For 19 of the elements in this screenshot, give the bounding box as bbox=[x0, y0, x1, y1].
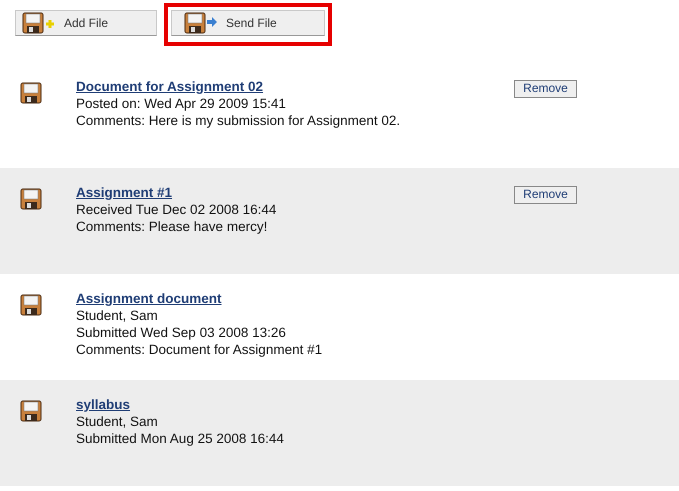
file-detail: Received Tue Dec 02 2008 16:44 bbox=[76, 201, 278, 218]
remove-button[interactable]: Remove bbox=[514, 186, 577, 204]
disk-plus-icon bbox=[22, 12, 56, 34]
file-link[interactable]: Assignment #1 bbox=[76, 184, 172, 201]
file-detail: Posted on: Wed Apr 29 2009 15:41 bbox=[76, 95, 287, 112]
send-file-button[interactable]: Send File bbox=[171, 10, 325, 36]
file-link[interactable]: Assignment document bbox=[76, 290, 222, 307]
file-link[interactable]: Document for Assignment 02 bbox=[76, 78, 264, 95]
file-detail: Comments: Please have mercy! bbox=[76, 218, 268, 235]
add-file-button[interactable]: Add File bbox=[15, 10, 157, 36]
file-link[interactable]: syllabus bbox=[76, 396, 130, 413]
remove-button[interactable]: Remove bbox=[514, 80, 577, 98]
file-detail: Student, Sam bbox=[76, 307, 159, 324]
file-detail: Submitted Mon Aug 25 2008 16:44 bbox=[76, 430, 285, 447]
file-detail: Student, Sam bbox=[76, 413, 159, 430]
disk-arrow-icon bbox=[184, 12, 218, 34]
file-detail: Submitted Wed Sep 03 2008 13:26 bbox=[76, 324, 287, 341]
file-detail: Comments: Here is my submission for Assignment 02. bbox=[76, 112, 402, 129]
file-detail: Comments: Document for Assignment #1 bbox=[76, 341, 324, 358]
